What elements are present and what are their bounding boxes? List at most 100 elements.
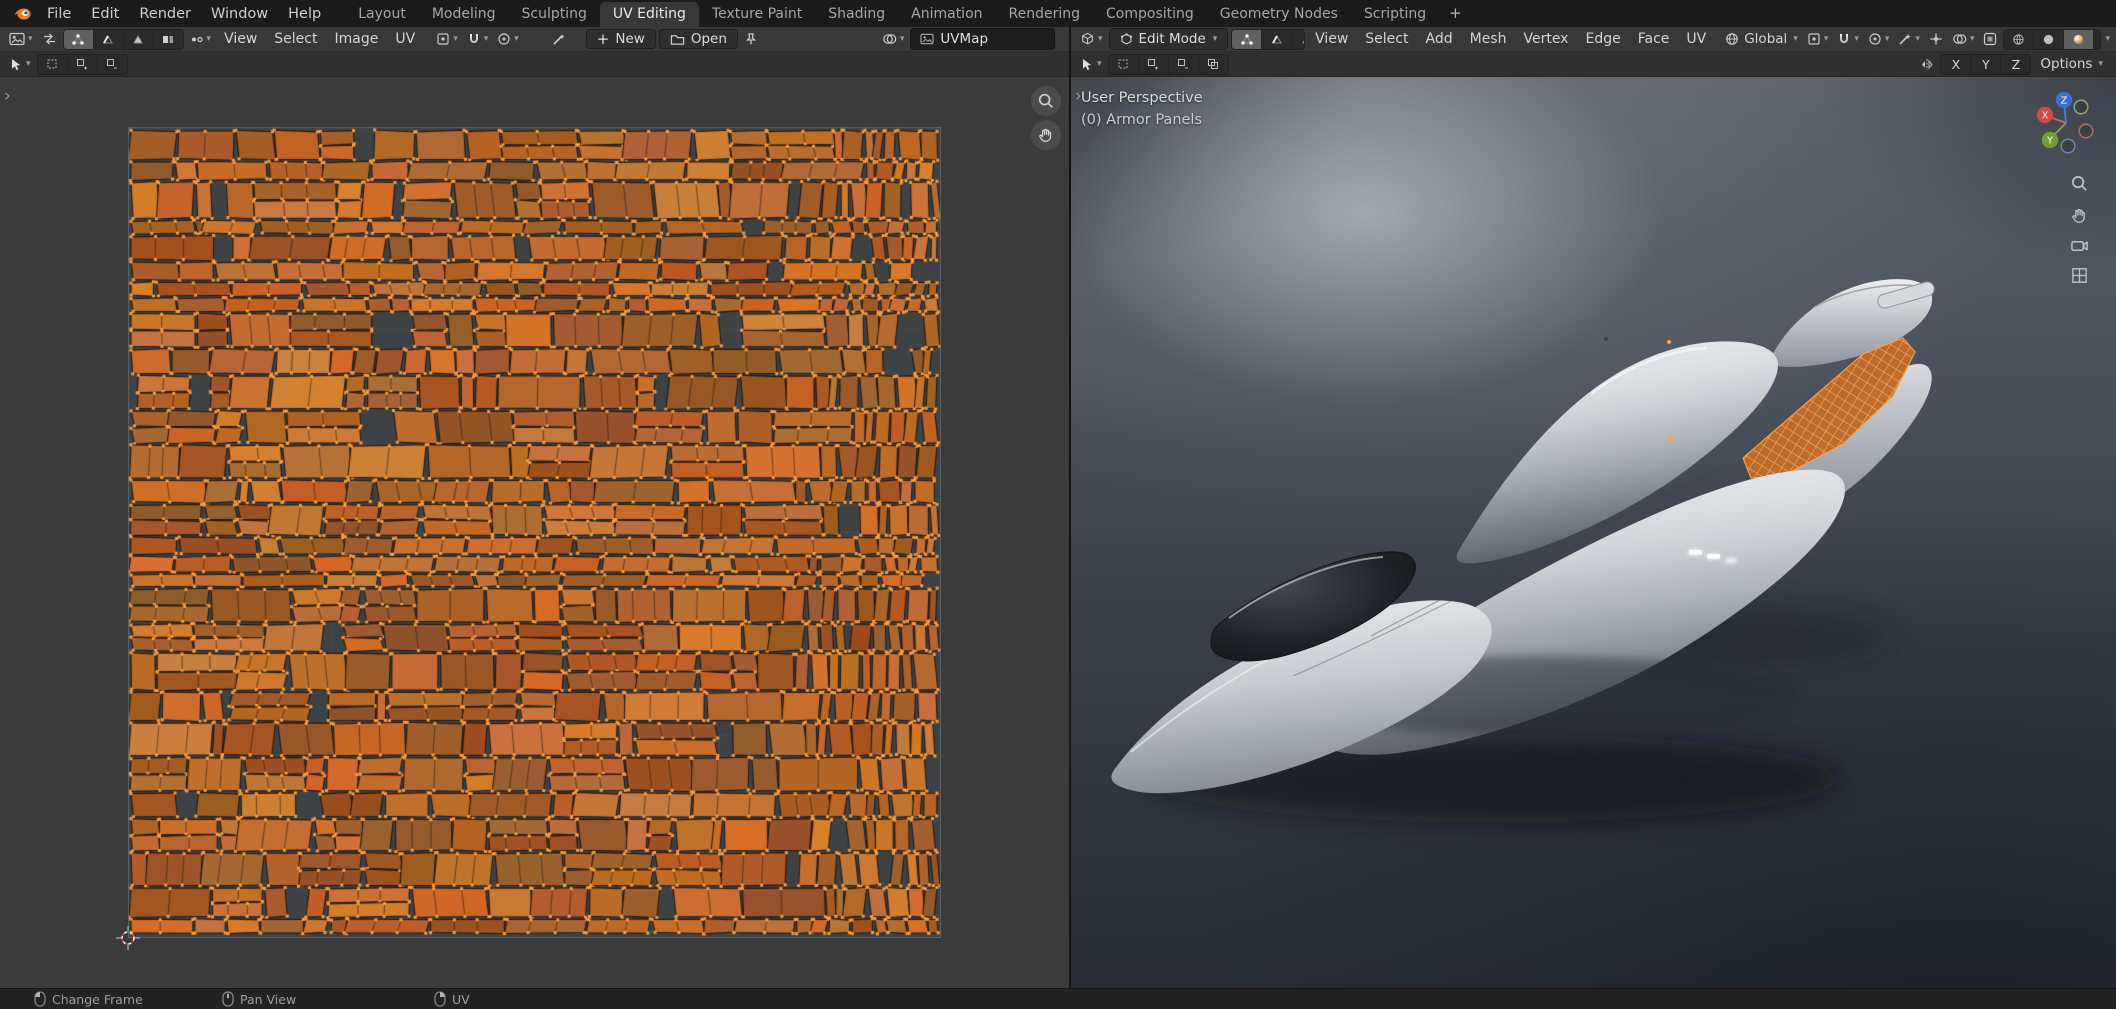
tab-sculpting[interactable]: Sculpting — [509, 2, 600, 27]
vp-menu-vertex[interactable]: Vertex — [1516, 31, 1575, 47]
add-workspace-button[interactable]: + — [1439, 0, 1472, 27]
uv-menu-view[interactable]: View — [217, 31, 264, 47]
menu-window[interactable]: Window — [201, 6, 278, 22]
mirror-z-button[interactable]: Z — [2001, 55, 2030, 74]
tab-texture-paint[interactable]: Texture Paint — [699, 2, 815, 27]
open-image-button[interactable]: Open — [658, 29, 738, 49]
tab-compositing[interactable]: Compositing — [1093, 2, 1207, 27]
tab-layout[interactable]: Layout — [345, 2, 419, 27]
toolbar-expand-chevron[interactable]: › — [1075, 88, 1082, 105]
snap-wand-dropdown[interactable]: ▾ — [1895, 30, 1923, 48]
pivot-point-dropdown[interactable]: ▾ — [1804, 30, 1832, 48]
transform-orientation-dropdown[interactable]: Global ▾ — [1722, 29, 1801, 49]
viewport-ortho-toggle-button[interactable] — [2068, 264, 2090, 286]
editor-type-dropdown[interactable]: ▾ — [1077, 30, 1106, 48]
uv-2d-cursor[interactable] — [115, 925, 141, 951]
proportional-editing-dropdown[interactable]: ▾ — [494, 30, 522, 48]
active-object-label: (0) Armor Panels — [1081, 111, 1203, 128]
uv-snap-to-pixel-button[interactable] — [549, 30, 569, 48]
uv-select-vertex-button[interactable] — [63, 29, 94, 49]
viewport-camera-button[interactable] — [2068, 234, 2090, 256]
menu-edit[interactable]: Edit — [81, 6, 129, 22]
viewport-zoom-button[interactable] — [2068, 172, 2090, 194]
select-new-button[interactable] — [38, 54, 68, 74]
blender-logo-icon[interactable] — [13, 6, 32, 21]
spaceship-model[interactable] — [1071, 76, 2116, 989]
vp-menu-view[interactable]: View — [1308, 31, 1355, 47]
menu-file[interactable]: File — [37, 6, 81, 22]
display-channels-dropdown[interactable]: ▾ — [879, 30, 908, 48]
viewport-canvas-area[interactable]: User Perspective (0) Armor Panels › Z X … — [1071, 76, 2116, 989]
hand-icon — [2071, 208, 2085, 223]
tab-rendering[interactable]: Rendering — [996, 2, 1094, 27]
select-new-button[interactable] — [1109, 54, 1139, 74]
tab-scripting[interactable]: Scripting — [1351, 2, 1439, 27]
vp-menu-face[interactable]: Face — [1631, 31, 1677, 47]
plus-icon: + — [596, 29, 610, 48]
uv-map-selector[interactable]: UVMap — [910, 28, 1056, 50]
face-select-button[interactable] — [1292, 30, 1305, 49]
snapping-dropdown[interactable]: ▾ — [1834, 30, 1862, 48]
new-image-button[interactable]: + New — [585, 29, 656, 49]
status-label: Change Frame — [52, 991, 143, 1007]
gizmo-y-neg-axis — [2073, 99, 2089, 115]
pin-icon-button[interactable] — [741, 30, 761, 48]
options-dropdown[interactable]: Options ▾ — [2034, 54, 2106, 74]
rendered-shading-button[interactable] — [2094, 30, 2100, 49]
active-tool-dropdown[interactable]: ▾ — [1077, 55, 1105, 73]
uv-select-face-button[interactable] — [124, 29, 154, 49]
wand-icon — [1899, 34, 1912, 45]
editor-type-dropdown[interactable]: ▾ — [6, 30, 36, 48]
pan-tool-button[interactable] — [1031, 120, 1061, 150]
mouse-left-icon — [34, 991, 46, 1007]
pivot-point-dropdown[interactable]: ▾ — [433, 30, 461, 48]
viewport-pan-button[interactable] — [2068, 204, 2090, 226]
menu-render[interactable]: Render — [129, 6, 201, 22]
select-intersect-button[interactable] — [1199, 55, 1228, 74]
mirror-x-button[interactable]: X — [1941, 54, 1972, 74]
uv-menu-select[interactable]: Select — [267, 31, 324, 47]
chevron-down-icon: ▾ — [1915, 34, 1920, 44]
zoom-tool-button[interactable] — [1031, 86, 1061, 116]
show-overlays-dropdown[interactable]: ▾ — [1949, 30, 1978, 48]
select-extend-button[interactable] — [1139, 54, 1169, 74]
uv-sync-selection-toggle[interactable] — [39, 30, 60, 48]
tab-geometry-nodes[interactable]: Geometry Nodes — [1207, 2, 1351, 27]
uv-select-edge-button[interactable] — [94, 29, 124, 49]
mirror-y-button[interactable]: Y — [1971, 54, 2002, 74]
menu-help[interactable]: Help — [278, 6, 331, 22]
uv-map-canvas[interactable] — [128, 127, 941, 938]
tab-animation[interactable]: Animation — [898, 2, 995, 27]
vp-menu-mesh[interactable]: Mesh — [1463, 31, 1514, 47]
edge-select-button[interactable] — [1262, 29, 1293, 49]
vertex-select-button[interactable] — [1232, 29, 1263, 49]
uv-select-island-button[interactable] — [154, 30, 183, 49]
vp-menu-uv[interactable]: UV — [1679, 31, 1713, 47]
uv-menu-uv[interactable]: UV — [388, 31, 422, 47]
tab-modeling[interactable]: Modeling — [419, 2, 509, 27]
select-subtract-button[interactable] — [98, 55, 127, 74]
sticky-selection-dropdown[interactable]: ▾ — [187, 31, 215, 48]
toolbar-expand-chevron[interactable]: › — [4, 88, 11, 105]
shading-dropdown-chevron[interactable]: ▾ — [2105, 34, 2110, 44]
select-extend-button[interactable] — [68, 54, 98, 74]
mirror-x-toggle[interactable] — [1917, 56, 1937, 73]
proportional-editing-dropdown[interactable]: ▾ — [1865, 30, 1893, 48]
material-preview-shading-button[interactable] — [2064, 29, 2095, 49]
vp-menu-select[interactable]: Select — [1358, 31, 1415, 47]
view-navigation-gizmo[interactable]: Z X Y — [2034, 90, 2098, 154]
vp-menu-add[interactable]: Add — [1419, 31, 1460, 47]
uv-editor-canvas-area[interactable]: › — [0, 76, 1069, 989]
tab-shading[interactable]: Shading — [815, 2, 898, 27]
tab-uv-editing[interactable]: UV Editing — [599, 2, 699, 27]
wireframe-shading-button[interactable] — [2004, 29, 2035, 49]
show-gizmo-toggle[interactable] — [1926, 30, 1946, 48]
snapping-dropdown[interactable]: ▾ — [464, 30, 492, 48]
select-subtract-button[interactable] — [1169, 54, 1199, 74]
uv-menu-image[interactable]: Image — [328, 31, 386, 47]
mode-selector-dropdown[interactable]: Edit Mode ▾ — [1108, 28, 1229, 50]
vp-menu-edge[interactable]: Edge — [1578, 31, 1627, 47]
active-tool-dropdown[interactable]: ▾ — [6, 55, 34, 73]
xray-toggle[interactable] — [1980, 30, 2000, 48]
solid-shading-button[interactable] — [2034, 29, 2065, 49]
